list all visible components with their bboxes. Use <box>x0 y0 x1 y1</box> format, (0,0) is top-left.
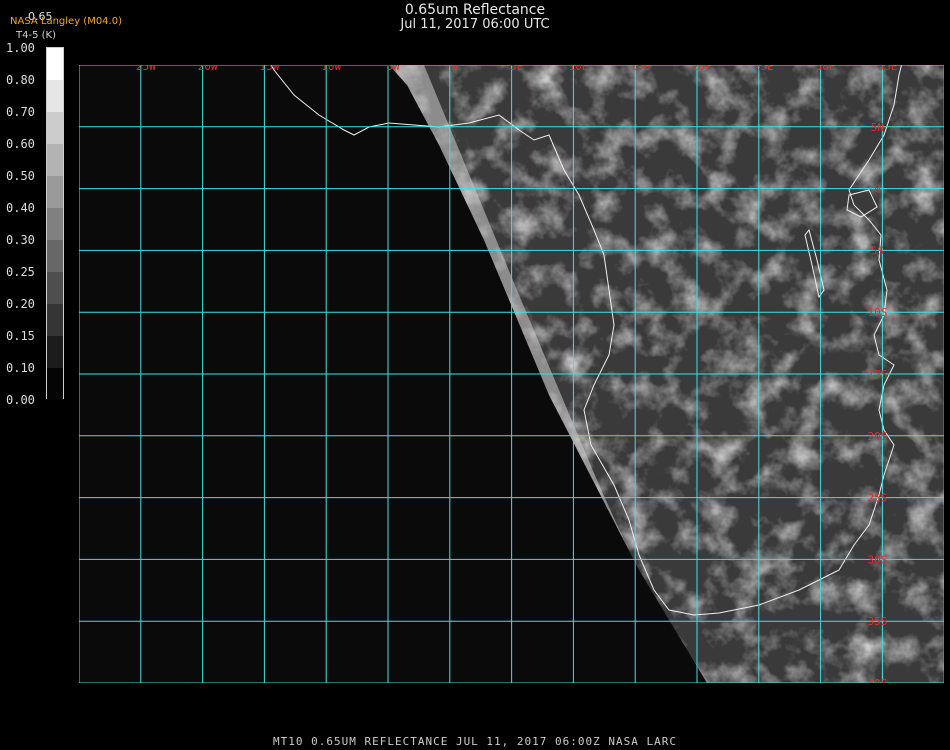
colorbar-segment <box>47 80 63 112</box>
colorbar-label: 0.60 <box>6 137 35 151</box>
colorbar-segment <box>47 176 63 208</box>
satellite-map[interactable]: 25W 20W 15W 10W 5W 0 5E 10E 15E 20E 25E 30E 35E 5N 0 5S… <box>79 65 944 683</box>
latitude-label: 35S <box>867 615 887 628</box>
image-datetime: Jul 11, 2017 06:00 UTC <box>400 17 550 32</box>
image-title: 0.65um Reflectance <box>404 2 546 18</box>
longitude-label: 25E <box>754 65 774 73</box>
colorbar-segment <box>47 144 63 176</box>
map-svg: 25W 20W 15W 10W 5W 0 5E 10E 15E 20E 25E 30E 35E 5N 0 5S… <box>79 65 944 683</box>
latitude-label: 25S <box>867 492 887 505</box>
colorbar-label: 0.00 <box>6 393 35 407</box>
longitude-label: 10E <box>568 65 588 73</box>
colorbar-segment <box>47 336 63 368</box>
latitude-label: 0 <box>874 183 881 196</box>
longitude-label: 30E <box>816 65 836 73</box>
colorbar-label: 0.40 <box>6 201 35 215</box>
field-label: T4-5 (K) <box>16 30 56 41</box>
colorbar-segment <box>47 112 63 144</box>
colorbar <box>46 47 64 400</box>
longitude-label: 25W <box>136 65 156 73</box>
latitude-label: 15S <box>867 368 887 381</box>
longitude-label: 5W <box>386 65 400 73</box>
footer-caption: MT10 0.65UM REFLECTANCE JUL 11, 2017 06:… <box>273 735 677 748</box>
latitude-label: 5N <box>871 121 884 134</box>
latitude-label: 40S <box>867 677 887 683</box>
longitude-label: 5E <box>510 65 523 73</box>
latitude-label: 20S <box>867 430 887 443</box>
colorbar-label: 0.50 <box>6 169 35 183</box>
organization-label: NASA Langley (M04.0) <box>10 16 122 27</box>
colorbar-label: 0.80 <box>6 73 35 87</box>
longitude-label: 20W <box>198 65 218 73</box>
latitude-label: 5S <box>871 244 884 257</box>
colorbar-segment <box>47 304 63 336</box>
colorbar-label: 0.30 <box>6 233 35 247</box>
longitude-label: 35E <box>877 65 897 73</box>
colorbar-label: 0.25 <box>6 265 35 279</box>
colorbar-segment <box>47 368 63 400</box>
colorbar-segment <box>47 48 63 80</box>
colorbar-label: 0.20 <box>6 297 35 311</box>
colorbar-segment <box>47 272 63 304</box>
longitude-label: 15E <box>630 65 650 73</box>
colorbar-label: 0.15 <box>6 329 35 343</box>
longitude-label: 0 <box>451 65 458 73</box>
colorbar-segment <box>47 208 63 240</box>
colorbar-label: 1.00 <box>6 41 35 55</box>
longitude-label: 20E <box>692 65 712 73</box>
longitude-label: 10W <box>321 65 341 73</box>
longitude-label: 15W <box>259 65 279 73</box>
latitude-label: 10S <box>867 306 887 319</box>
colorbar-label: 0.70 <box>6 105 35 119</box>
latitude-label: 30S <box>867 553 887 566</box>
colorbar-label: 0.10 <box>6 361 35 375</box>
colorbar-segment <box>47 240 63 272</box>
